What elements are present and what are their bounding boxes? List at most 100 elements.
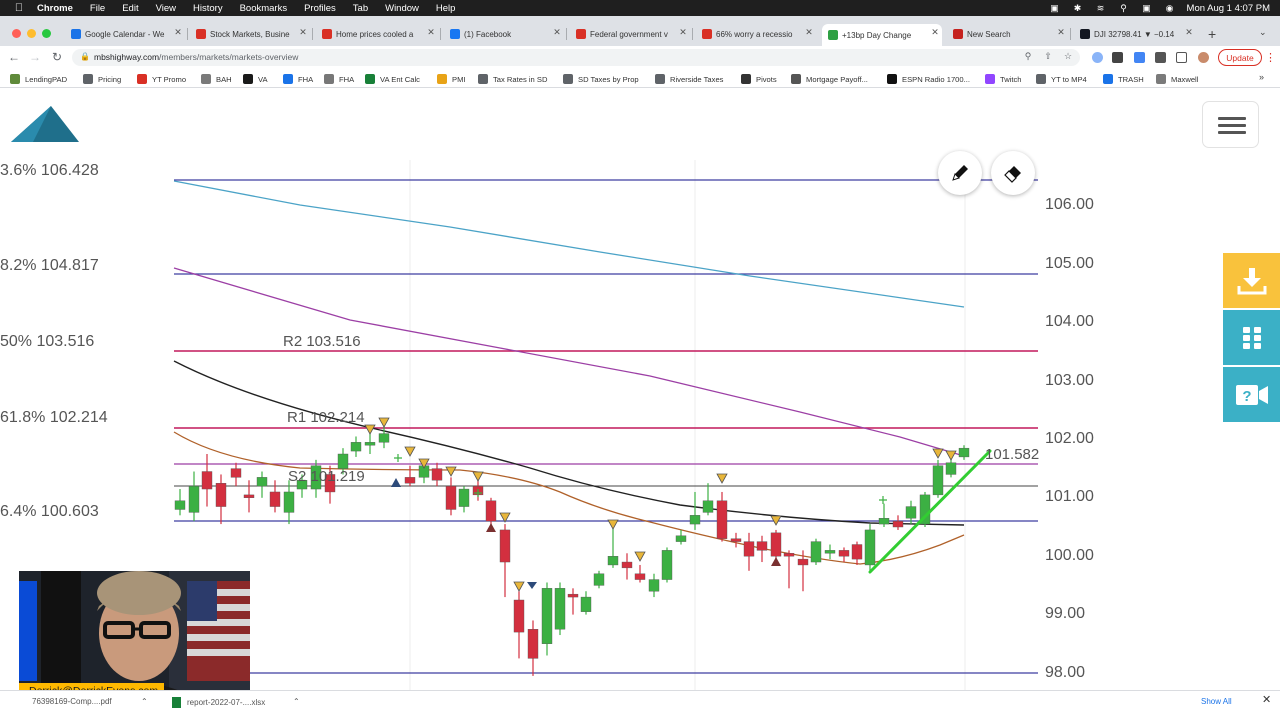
bookmark-item[interactable]: TRASH — [1103, 72, 1144, 86]
bookmark-item[interactable]: Maxwell — [1156, 72, 1198, 86]
bookmark-item[interactable]: FHA — [283, 72, 313, 86]
menu-bookmarks[interactable]: Bookmarks — [240, 3, 288, 14]
search-house-icon — [953, 29, 963, 39]
browser-tab[interactable]: 66% worry a recessio ✕ — [696, 24, 816, 44]
tab-close-icon[interactable]: ✕ — [552, 27, 562, 38]
menu-view[interactable]: View — [156, 3, 176, 14]
menu-history[interactable]: History — [193, 3, 223, 14]
tab-separator — [187, 28, 188, 40]
menu-help[interactable]: Help — [436, 3, 456, 14]
bookmark-item[interactable]: YT to MP4 — [1036, 72, 1087, 86]
extensions-puzzle-icon[interactable] — [1155, 52, 1166, 63]
extension-gear-icon[interactable] — [1092, 52, 1103, 63]
side-panel-icon[interactable] — [1176, 52, 1187, 63]
reload-button[interactable]: ↻ — [50, 50, 64, 64]
menu-clock[interactable]: Mon Aug 1 4:07 PM — [1187, 3, 1270, 14]
extension-grid-icon[interactable] — [1112, 52, 1123, 63]
menu-window[interactable]: Window — [385, 3, 419, 14]
bookmark-item[interactable]: SD Taxes by Prop — [563, 72, 639, 86]
back-button[interactable]: ← — [7, 50, 21, 64]
browser-tab[interactable]: (1) Facebook ✕ — [444, 24, 564, 44]
browser-tab[interactable]: Federal government v ✕ — [570, 24, 690, 44]
menu-edit[interactable]: Edit — [122, 3, 138, 14]
bookmark-item[interactable]: Riverside Taxes — [655, 72, 723, 86]
download-options-chevron-icon[interactable]: ⌃ — [293, 697, 300, 706]
pivot-label-r1: R1 102.214 — [287, 409, 365, 426]
tab-close-icon[interactable]: ✕ — [298, 27, 308, 38]
browser-tab[interactable]: DJI 32798.41 ▼ −0.14 ✕ — [1074, 24, 1196, 44]
download-options-chevron-icon[interactable]: ⌃ — [141, 697, 148, 706]
bookmarks-overflow-icon[interactable]: » — [1259, 72, 1264, 82]
tab-search-chevron-icon[interactable]: ⌄ — [1259, 27, 1267, 38]
siri-icon[interactable]: ◉ — [1164, 3, 1176, 13]
bookmark-item[interactable]: ESPN Radio 1700... — [887, 72, 970, 86]
download-item-xlsx[interactable]: report-2022-07-....xlsx — [172, 697, 265, 708]
eraser-tool-button[interactable] — [991, 151, 1035, 195]
close-window-button[interactable] — [12, 29, 21, 38]
show-all-downloads-link[interactable]: Show All — [1201, 694, 1232, 708]
profile-avatar[interactable] — [1198, 52, 1209, 63]
y-axis-tick-105: 105.00 — [1045, 255, 1094, 272]
menu-app-chrome[interactable]: Chrome — [37, 3, 73, 14]
menu-tab[interactable]: Tab — [353, 3, 368, 14]
tab-close-icon[interactable]: ✕ — [173, 27, 183, 38]
bookmark-star-icon[interactable]: ☆ — [1062, 51, 1074, 63]
tab-close-icon[interactable]: ✕ — [1056, 27, 1066, 38]
bookmark-item[interactable]: YT Promo — [137, 72, 186, 86]
browser-tab[interactable]: Home prices cooled a ✕ — [316, 24, 438, 44]
bookmark-item[interactable]: PMI — [437, 72, 466, 86]
zoom-icon[interactable]: ⚲ — [1022, 51, 1034, 63]
browser-tab[interactable]: Stock Markets, Busine ✕ — [190, 24, 310, 44]
browser-tab[interactable]: +13bp Day Change ✕ — [822, 24, 942, 46]
control-center-icon[interactable]: ▣ — [1141, 3, 1153, 13]
bookmark-item[interactable]: VA — [243, 72, 268, 86]
extension-video-icon[interactable] — [1134, 52, 1145, 63]
share-icon[interactable]: ⇧ — [1042, 51, 1054, 63]
lock-icon[interactable]: 🔒 — [80, 52, 90, 63]
minimize-window-button[interactable] — [27, 29, 36, 38]
chrome-menu-icon[interactable]: ⋮ — [1265, 51, 1276, 64]
address-bar[interactable]: 🔒 mbshighway.com/members/markets/markets… — [72, 49, 1080, 66]
apps-grid-side-button[interactable] — [1223, 310, 1280, 365]
maximize-window-button[interactable] — [42, 29, 51, 38]
spotlight-search-icon[interactable]: ⚲ — [1118, 3, 1130, 13]
tab-close-icon[interactable]: ✕ — [426, 27, 436, 38]
bookmark-item[interactable]: LendingPAD — [10, 72, 67, 86]
bookmark-item[interactable]: BAH — [201, 72, 232, 86]
apple-icon[interactable]:  — [13, 2, 25, 14]
tab-close-icon[interactable]: ✕ — [678, 27, 688, 38]
candle-down — [783, 553, 795, 557]
menu-file[interactable]: File — [90, 3, 105, 14]
close-download-shelf-icon[interactable]: ✕ — [1262, 693, 1271, 706]
bookmark-item[interactable]: Tax Rates in SD — [478, 72, 547, 86]
menu-profiles[interactable]: Profiles — [304, 3, 336, 14]
bookmark-item[interactable]: Pivots — [741, 72, 777, 86]
hamburger-menu-button[interactable] — [1202, 101, 1259, 148]
candle-up — [458, 488, 470, 507]
browser-tab[interactable]: New Search ✕ — [947, 24, 1068, 44]
forward-button[interactable]: → — [28, 50, 42, 64]
pencil-tool-button[interactable] — [938, 151, 982, 195]
bookmark-item[interactable]: Twitch — [985, 72, 1022, 86]
bluetooth-icon[interactable]: ✱ — [1072, 3, 1084, 13]
update-button[interactable]: Update — [1218, 49, 1262, 66]
download-item-pdf[interactable]: 76398169-Comp....pdf — [32, 697, 112, 706]
mbs-highway-logo[interactable] — [11, 104, 81, 144]
bookmark-item[interactable]: Mortgage Payoff... — [791, 72, 868, 86]
tab-close-icon[interactable]: ✕ — [804, 27, 814, 38]
download-side-button[interactable] — [1223, 253, 1280, 308]
video-help-side-button[interactable]: ? — [1223, 367, 1280, 422]
new-tab-button[interactable]: + — [1208, 26, 1216, 42]
wifi-icon[interactable]: ≋ — [1095, 3, 1107, 13]
browser-tab[interactable]: Google Calendar - We ✕ — [65, 24, 185, 44]
url-text[interactable]: mbshighway.com/members/markets/markets-o… — [94, 52, 298, 62]
bookmark-item[interactable]: Pricing — [83, 72, 121, 86]
tab-close-icon[interactable]: ✕ — [930, 27, 940, 38]
pivot-label-r2: R2 103.516 — [283, 333, 361, 350]
tab-label: Home prices cooled a — [336, 29, 414, 39]
hamburger-bar-bottom — [1218, 131, 1246, 134]
screen-record-icon[interactable]: ▣ — [1049, 3, 1061, 13]
bookmark-item[interactable]: FHA — [324, 72, 354, 86]
tab-close-icon[interactable]: ✕ — [1184, 27, 1194, 38]
bookmark-item[interactable]: VA Ent Calc — [365, 72, 420, 86]
